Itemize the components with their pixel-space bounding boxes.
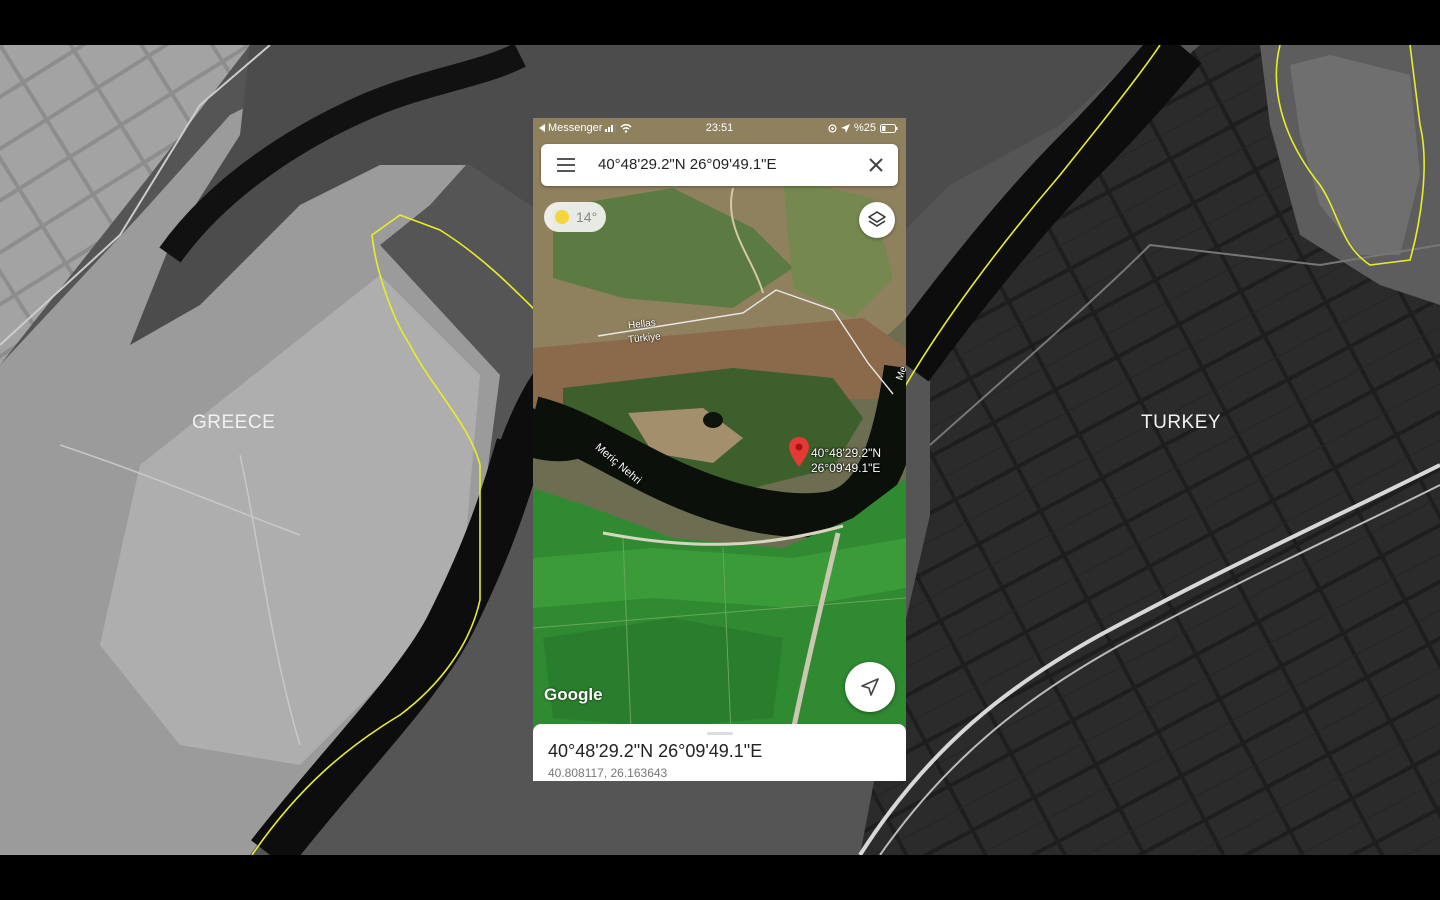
sheet-handle[interactable] <box>707 732 733 735</box>
close-icon[interactable] <box>868 157 884 173</box>
map-pin-icon[interactable] <box>788 436 810 468</box>
pin-label-lng: 26°09'49.1"E <box>811 461 881 475</box>
pin-label-lat: 40°48'29.2"N <box>811 446 882 460</box>
layers-icon <box>868 211 886 227</box>
sun-icon <box>555 210 569 224</box>
sheet-coordinates: 40.808117, 26.163643 <box>548 766 668 780</box>
navigation-arrow-icon <box>861 678 879 696</box>
my-location-button[interactable] <box>845 662 895 712</box>
battery-icon <box>880 123 898 133</box>
phone-screenshot: Hellas Türkiye Meriç Nehri Me Messenger … <box>533 118 906 781</box>
temperature: 14° <box>576 209 598 225</box>
search-bar[interactable]: 40°48'29.2"N 26°09'49.1"E <box>541 144 898 186</box>
menu-icon[interactable] <box>557 158 575 172</box>
status-right: %25 <box>828 122 898 134</box>
weather-chip[interactable]: 14° <box>544 202 606 232</box>
country-label-greece: GREECE <box>192 412 276 433</box>
search-input[interactable]: 40°48'29.2"N 26°09'49.1"E <box>598 156 777 173</box>
pin-label: 40°48'29.2"N 26°09'49.1"E <box>811 446 881 476</box>
battery-percent: %25 <box>853 122 876 134</box>
google-logo: Google <box>544 685 603 704</box>
country-label-turkey: TURKEY <box>1141 412 1222 433</box>
sheet-title: 40°48'29.2"N 26°09'49.1"E <box>548 741 763 761</box>
location-arrow-icon <box>840 123 850 133</box>
location-icon <box>828 123 837 133</box>
bottom-sheet[interactable]: 40°48'29.2"N 26°09'49.1"E 40.808117, 26.… <box>533 724 906 781</box>
layers-button[interactable] <box>859 202 895 238</box>
status-bar: Messenger 23:51 %25 <box>533 118 906 138</box>
